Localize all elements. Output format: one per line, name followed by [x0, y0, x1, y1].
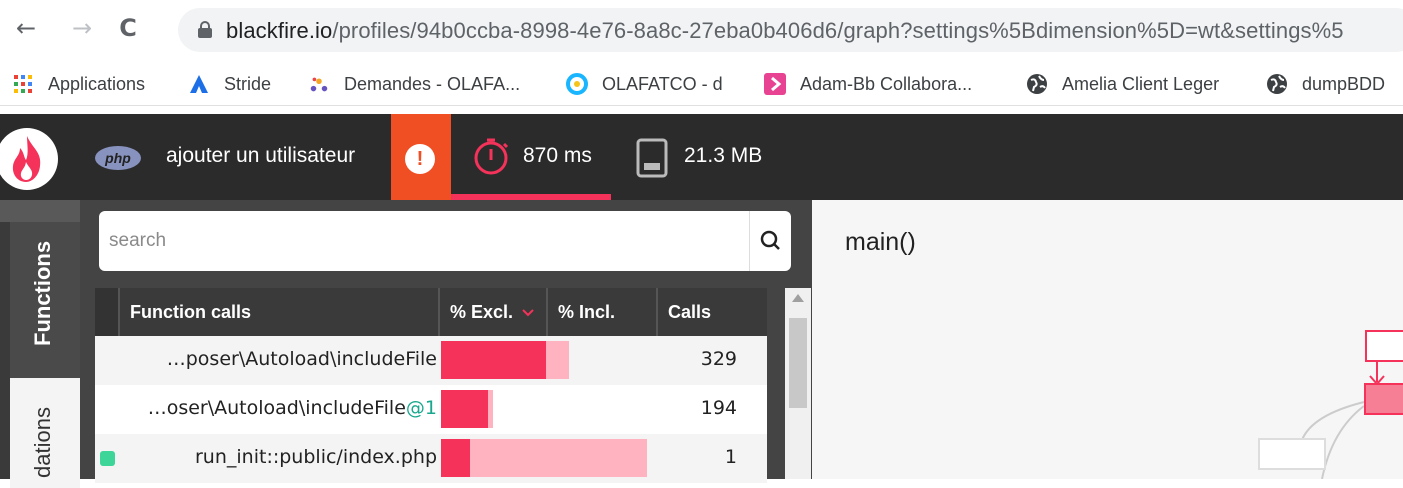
reload-button[interactable]: C [114, 14, 142, 42]
search-icon [760, 230, 780, 250]
globe-icon [1266, 73, 1288, 95]
bookmark-dumpbdd[interactable]: dumpBDD [1266, 72, 1385, 96]
profile-title: ajouter un utilisateur [166, 144, 356, 167]
url-text[interactable]: blackfire.io/profiles/94b0ccba-8998-4e76… [226, 18, 1344, 44]
function-name[interactable]: run_init::public/index.php [195, 446, 437, 468]
sort-desc-icon [522, 309, 534, 317]
bookmark-label: Applications [48, 73, 146, 94]
incl-bar [441, 439, 647, 477]
bookmarks-bar: Applications Stride Demandes - OLAFA... … [0, 62, 1403, 106]
apps-grid-icon [12, 73, 34, 95]
pink-chevron-icon [764, 73, 786, 95]
lock-icon [198, 21, 212, 38]
table-row[interactable]: …poser\Autoload\includeFile 329 [95, 336, 767, 385]
browser-toolbar: ← → C blackfire.io/profiles/94b0ccba-899… [0, 0, 1403, 62]
header-excl[interactable]: % Excl. [438, 288, 546, 336]
marker-column-header [95, 288, 118, 336]
tab-recommendations-label: dations [30, 407, 55, 478]
tab-recommendations[interactable]: dations [10, 378, 80, 488]
circle-target-icon [566, 73, 588, 95]
header-calls[interactable]: Calls [656, 288, 767, 336]
calls-count: 1 [724, 446, 737, 468]
graph-node-main[interactable] [1365, 330, 1403, 362]
bookmark-olafatco[interactable]: OLAFATCO - d [566, 72, 723, 96]
bookmark-amelia[interactable]: Amelia Client Leger [1026, 72, 1219, 96]
excl-bar [441, 439, 470, 477]
calls-count: 194 [700, 397, 737, 419]
functions-panel: Function calls % Excl. % Incl. Calls …po… [80, 200, 812, 483]
bookmark-label: Amelia Client Leger [1062, 73, 1220, 94]
bookmark-label: Stride [224, 73, 272, 94]
stride-icon [188, 73, 210, 95]
search-input[interactable] [109, 223, 749, 259]
search-box [99, 211, 791, 271]
graph-node-run-init[interactable] [1364, 383, 1403, 415]
address-bar[interactable]: blackfire.io/profiles/94b0ccba-8998-4e76… [178, 8, 1403, 52]
graph-node-child[interactable] [1258, 438, 1326, 470]
bookmark-adam-bb[interactable]: Adam-Bb Collabora... [764, 72, 972, 96]
bookmark-label: Demandes - OLAFA... [344, 73, 521, 94]
header-function-calls[interactable]: Function calls [118, 288, 438, 336]
table-header: Function calls % Excl. % Incl. Calls [95, 288, 767, 336]
profile-header: php ajouter un utilisateur ! 870 ms 21.3… [0, 114, 1403, 200]
wall-time-value: 870 ms [523, 144, 592, 167]
row-marker [100, 451, 115, 466]
bookmark-demandes[interactable]: Demandes - OLAFA... [308, 72, 520, 96]
header-incl[interactable]: % Incl. [546, 288, 656, 336]
back-button[interactable]: ← [12, 14, 40, 42]
excl-bar [441, 390, 488, 428]
scroll-up-arrow[interactable] [792, 294, 804, 302]
globe-icon [1026, 73, 1048, 95]
timer-icon [474, 138, 509, 175]
bookmark-label: Adam-Bb Collabora... [800, 73, 973, 94]
bookmark-label: dumpBDD [1302, 73, 1386, 94]
scroll-thumb[interactable] [789, 318, 807, 408]
memory-icon[interactable] [636, 138, 672, 178]
header-excl-label: % Excl. [450, 302, 514, 322]
function-name[interactable]: …oser\Autoload\includeFile@1 [148, 397, 437, 419]
sidebar-top-strip [0, 200, 80, 222]
memory-value[interactable]: 21.3 MB [684, 144, 762, 168]
table-row[interactable]: …oser\Autoload\includeFile@1 194 [95, 385, 767, 434]
table-row[interactable]: run_init::public/index.php 1 [95, 434, 767, 483]
tab-wall-time[interactable]: 870 ms [451, 114, 611, 200]
php-badge: php [95, 146, 141, 170]
alert-icon: ! [405, 144, 435, 174]
forward-button[interactable]: → [68, 14, 96, 42]
alert-button[interactable]: ! [391, 114, 451, 200]
flame-icon [12, 136, 41, 182]
bookmark-stride[interactable]: Stride [188, 72, 271, 96]
blackfire-logo[interactable] [0, 128, 58, 190]
bookmark-label: OLAFATCO - d [602, 73, 723, 94]
call-graph[interactable]: main() [812, 200, 1403, 479]
tab-functions[interactable]: Functions [10, 222, 80, 382]
function-name[interactable]: …poser\Autoload\includeFile [167, 348, 437, 370]
calls-count: 329 [700, 348, 737, 370]
bookmark-applications[interactable]: Applications [12, 72, 145, 96]
excl-bar [441, 341, 546, 379]
table-scrollbar[interactable] [785, 288, 811, 479]
tab-functions-label: Functions [30, 240, 55, 346]
jira-icon [308, 73, 330, 95]
search-button[interactable] [749, 211, 791, 271]
